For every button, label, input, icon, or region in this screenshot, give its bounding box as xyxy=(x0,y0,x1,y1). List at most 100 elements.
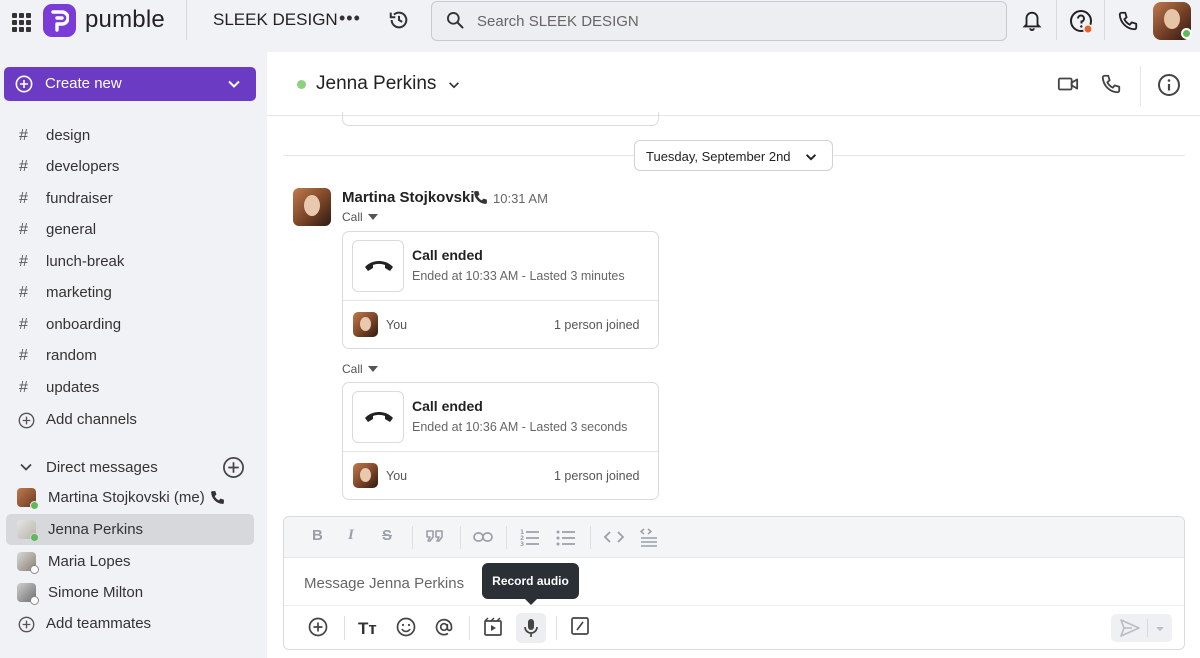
divider xyxy=(344,616,345,640)
quote-icon[interactable] xyxy=(426,528,444,548)
bullet-list-icon[interactable] xyxy=(556,528,576,550)
call-summary-card[interactable]: Call ended Ended at 10:33 AM - Lasted 3 … xyxy=(342,231,659,349)
call-title: Call ended xyxy=(412,247,483,263)
chevron-down-icon[interactable] xyxy=(447,78,461,97)
online-status-dot xyxy=(30,533,39,542)
chevron-down-icon[interactable] xyxy=(18,459,34,479)
offline-status-dot xyxy=(30,565,39,574)
strikethrough-button[interactable]: S xyxy=(382,527,392,544)
participant-avatar xyxy=(353,312,378,337)
participants-count: 1 person joined xyxy=(554,318,640,332)
phone-icon[interactable] xyxy=(1100,73,1122,100)
divider xyxy=(1104,0,1105,40)
plus-circle-icon xyxy=(18,616,35,637)
channel-label: design xyxy=(46,127,91,144)
call-tag-label: Call xyxy=(342,362,363,376)
numbered-list-icon[interactable]: 123 xyxy=(520,528,540,550)
add-channels-button[interactable]: Add channels xyxy=(0,405,266,435)
hangup-icon xyxy=(352,391,404,443)
help-icon[interactable] xyxy=(1069,9,1093,38)
search-box[interactable] xyxy=(431,1,1007,41)
emoji-icon[interactable] xyxy=(396,617,416,642)
text-format-icon[interactable]: Tт xyxy=(358,619,377,639)
send-icon[interactable] xyxy=(1120,619,1140,642)
call-subtitle: Ended at 10:33 AM - Lasted 3 minutes xyxy=(412,269,625,283)
divider xyxy=(284,605,1184,606)
channel-updates[interactable]: # updates xyxy=(0,373,266,403)
channel-label: lunch-break xyxy=(46,253,125,270)
bell-icon[interactable] xyxy=(1021,8,1043,37)
dm-label: Maria Lopes xyxy=(48,553,131,570)
code-icon[interactable] xyxy=(603,530,625,548)
chevron-down-icon[interactable] xyxy=(226,76,242,96)
dm-maria-lopes[interactable]: Maria Lopes xyxy=(6,546,254,577)
more-options-icon[interactable]: ••• xyxy=(339,8,361,29)
dm-label: Martina Stojkovski (me) xyxy=(48,489,205,506)
channel-lunch-break[interactable]: # lunch-break xyxy=(0,247,266,277)
channel-fundraiser[interactable]: # fundraiser xyxy=(0,184,266,214)
dm-jenna-perkins[interactable]: Jenna Perkins xyxy=(6,514,254,545)
plus-circle-icon xyxy=(15,75,33,97)
channel-label: onboarding xyxy=(46,316,122,333)
search-input[interactable] xyxy=(477,10,977,32)
add-teammates-label: Add teammates xyxy=(46,615,152,632)
divider xyxy=(343,300,658,301)
link-icon[interactable] xyxy=(473,530,493,548)
italic-button[interactable]: I xyxy=(348,527,354,544)
call-tag[interactable]: Call xyxy=(342,210,378,224)
info-icon[interactable] xyxy=(1157,73,1181,102)
channel-general[interactable]: # general xyxy=(0,215,266,245)
call-summary-card[interactable]: Call ended Ended at 10:36 AM - Lasted 3 … xyxy=(342,382,659,500)
divider xyxy=(460,526,461,549)
divider xyxy=(343,451,658,452)
plus-circle-icon[interactable] xyxy=(308,617,328,642)
dm-label: Simone Milton xyxy=(48,584,144,601)
divider xyxy=(1140,66,1141,106)
create-new-button[interactable]: Create new xyxy=(4,67,256,101)
chat-title[interactable]: Jenna Perkins xyxy=(316,73,436,95)
sender-avatar[interactable] xyxy=(293,188,331,226)
phone-icon xyxy=(472,189,489,211)
dm-simone-milton[interactable]: Simone Milton xyxy=(6,577,254,608)
channel-label: fundraiser xyxy=(46,190,113,207)
history-icon[interactable] xyxy=(388,9,410,36)
sender-name[interactable]: Martina Stojkovski xyxy=(342,189,475,206)
video-clip-icon[interactable] xyxy=(483,617,503,642)
add-dm-icon[interactable] xyxy=(222,456,245,483)
direct-messages-label: Direct messages xyxy=(46,459,158,476)
call-tag[interactable]: Call xyxy=(342,362,378,376)
add-teammates-button[interactable]: Add teammates xyxy=(0,609,266,639)
code-block-icon[interactable] xyxy=(639,527,658,551)
hangup-icon xyxy=(352,240,404,292)
phone-icon[interactable] xyxy=(1117,10,1139,37)
send-button-group xyxy=(1111,614,1172,642)
bold-button[interactable]: B xyxy=(312,527,323,544)
channel-developers[interactable]: # developers xyxy=(0,152,266,182)
hash-icon: # xyxy=(19,221,28,238)
online-status-dot xyxy=(1181,28,1192,39)
channel-design[interactable]: # design xyxy=(0,121,266,151)
channel-label: marketing xyxy=(46,284,112,301)
divider xyxy=(590,526,591,549)
channel-label: developers xyxy=(46,158,120,175)
hash-icon: # xyxy=(19,347,28,364)
microphone-icon[interactable] xyxy=(522,618,540,643)
mention-icon[interactable] xyxy=(434,617,454,642)
participant-name: You xyxy=(386,318,408,332)
workspace-name[interactable]: SLEEK DESIGN xyxy=(213,10,338,30)
caret-down-icon[interactable] xyxy=(1154,622,1166,640)
channel-marketing[interactable]: # marketing xyxy=(0,278,266,308)
dm-martina-stojkovski[interactable]: Martina Stojkovski (me) xyxy=(6,482,254,513)
channel-onboarding[interactable]: # onboarding xyxy=(0,310,266,340)
message-composer: B I S 123 Tт xyxy=(283,516,1185,650)
app-grid-icon[interactable] xyxy=(10,11,31,32)
date-label: Tuesday, September 2nd xyxy=(646,149,791,164)
hash-icon: # xyxy=(19,127,28,144)
slash-command-icon[interactable] xyxy=(571,617,589,640)
date-jump-button[interactable]: Tuesday, September 2nd xyxy=(634,140,833,171)
divider xyxy=(1056,0,1057,40)
direct-messages-header[interactable]: Direct messages xyxy=(0,451,266,481)
video-call-icon[interactable] xyxy=(1057,73,1079,100)
channel-random[interactable]: # random xyxy=(0,341,266,371)
caret-down-icon xyxy=(367,366,378,372)
